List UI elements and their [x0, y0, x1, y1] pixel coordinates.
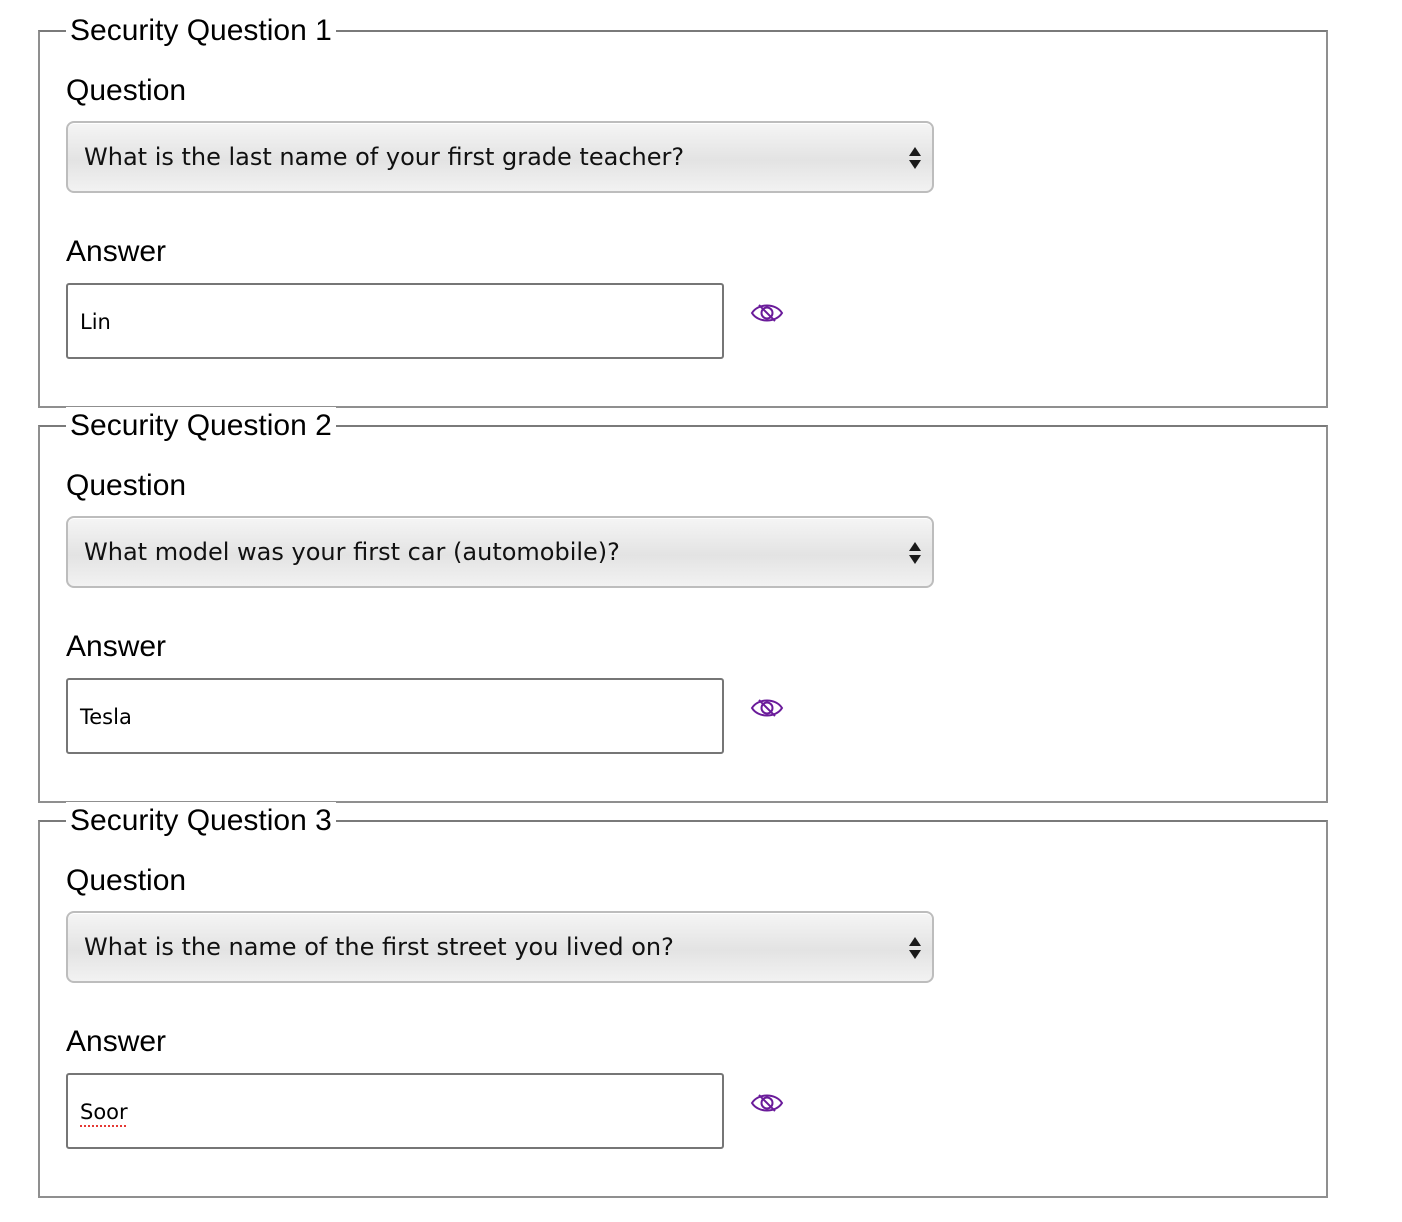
- answer-label: Answer: [66, 630, 167, 663]
- up-down-arrows-icon: [909, 542, 921, 564]
- eye-icon[interactable]: [750, 695, 784, 721]
- security-question-1-select[interactable]: What is the last name of your first grad…: [66, 121, 934, 193]
- answer-label: Answer: [66, 235, 167, 268]
- up-down-arrows-icon: [909, 937, 921, 959]
- security-question-3-select[interactable]: What is the name of the first street you…: [66, 911, 934, 983]
- security-answer-2-value: Tesla: [80, 705, 132, 729]
- security-question-1-fieldset: Security Question 1 Question What is the…: [38, 12, 1328, 408]
- security-answer-3-input[interactable]: Soor: [66, 1073, 724, 1149]
- security-question-1-legend: Security Question 1: [66, 12, 336, 50]
- answer-label: Answer: [66, 1025, 167, 1058]
- security-answer-3-value: Soor: [80, 1100, 128, 1124]
- security-question-3-fieldset: Security Question 3 Question What is the…: [38, 802, 1328, 1198]
- question-label: Question: [66, 74, 187, 107]
- question-label: Question: [66, 864, 187, 897]
- security-question-3-legend: Security Question 3: [66, 802, 336, 840]
- security-question-1-selected-value: What is the last name of your first grad…: [84, 143, 685, 171]
- up-down-arrows-icon: [909, 147, 921, 169]
- security-question-2-select[interactable]: What model was your first car (automobil…: [66, 516, 934, 588]
- security-question-2-selected-value: What model was your first car (automobil…: [84, 538, 620, 566]
- security-question-2-fieldset: Security Question 2 Question What model …: [38, 407, 1328, 803]
- security-answer-2-input[interactable]: Tesla: [66, 678, 724, 754]
- security-question-3-selected-value: What is the name of the first street you…: [84, 933, 674, 961]
- eye-icon[interactable]: [750, 300, 784, 326]
- security-answer-1-value: Lin: [80, 310, 111, 334]
- question-label: Question: [66, 469, 187, 502]
- security-question-2-legend: Security Question 2: [66, 407, 336, 445]
- eye-icon[interactable]: [750, 1090, 784, 1116]
- security-answer-1-input[interactable]: Lin: [66, 283, 724, 359]
